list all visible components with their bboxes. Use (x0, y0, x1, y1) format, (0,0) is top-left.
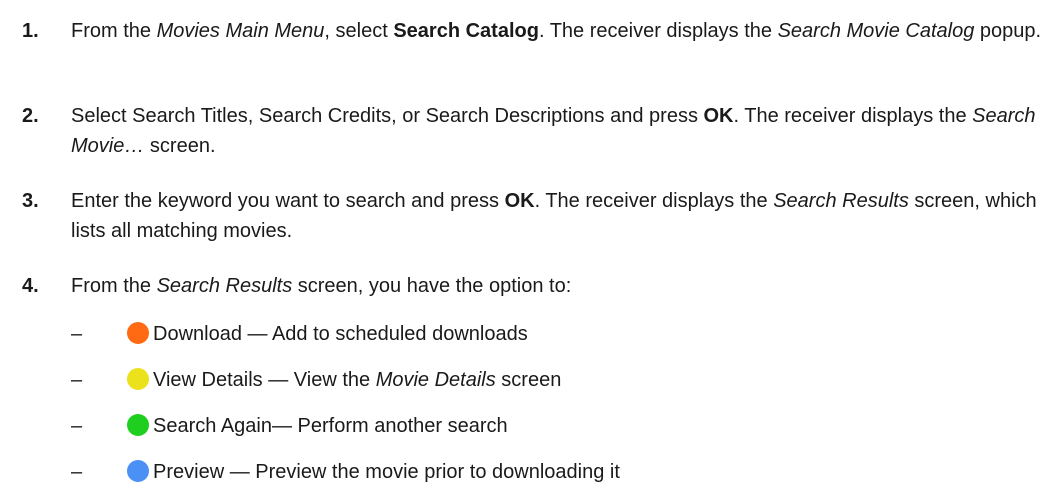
step-number: 1. (22, 20, 39, 42)
text: , select (324, 20, 394, 42)
instruction-document: 1. From the Movies Main Menu, select Sea… (0, 0, 1059, 503)
option-label: View Details — View the (153, 369, 376, 391)
text: screen, you have the option to: (292, 275, 572, 297)
menu-name: Movies Main Menu (156, 20, 325, 42)
yellow-button-icon (127, 368, 149, 390)
text: screen. (144, 135, 216, 157)
blue-button-icon (127, 460, 149, 482)
text: From the (71, 20, 157, 42)
key-name: OK (703, 105, 734, 127)
text: Enter the keyword you want to search and… (71, 190, 505, 212)
text: Select Search Titles, Search Credits, or… (71, 105, 704, 127)
option-search-again: – Search Again— Perform another search (71, 411, 508, 441)
option-label: Preview — Preview the movie prior to dow… (153, 461, 620, 483)
text: popup. (974, 20, 1042, 42)
option-label: Search Again— Perform another search (153, 415, 508, 437)
option-download: – Download — Add to scheduled downloads (71, 319, 528, 349)
dash-marker: – (71, 323, 83, 345)
option-view-details: – View Details — View the Movie Details s… (71, 365, 561, 395)
dash-marker: – (71, 415, 83, 437)
screen-name: Search Results (773, 190, 909, 212)
screen-name: Movie Details (375, 369, 496, 391)
orange-button-icon (127, 322, 149, 344)
menu-option: Search Catalog (393, 20, 539, 42)
step-text: Enter the keyword you want to search and… (71, 186, 1052, 246)
green-button-icon (127, 414, 149, 436)
step-number: 3. (22, 190, 39, 212)
text: From the (71, 275, 157, 297)
option-label: Download — Add to scheduled downloads (153, 323, 528, 345)
step-4: 4. From the Search Results screen, you h… (22, 271, 1052, 301)
step-2: 2. Select Search Titles, Search Credits,… (22, 101, 1052, 161)
step-3: 3. Enter the keyword you want to search … (22, 186, 1052, 246)
text: . The receiver displays the (538, 20, 778, 42)
key-name: OK (504, 190, 535, 212)
step-text: From the Search Results screen, you have… (71, 271, 1052, 301)
dash-marker: – (71, 369, 83, 391)
screen-name: Search Results (156, 275, 293, 297)
option-label-end: screen (495, 369, 562, 391)
step-text: From the Movies Main Menu, select Search… (71, 16, 1052, 46)
step-number: 4. (22, 275, 39, 297)
dash-marker: – (71, 461, 83, 483)
text: . The receiver displays the (733, 105, 973, 127)
step-1: 1. From the Movies Main Menu, select Sea… (22, 16, 1052, 46)
text: . The receiver displays the (534, 190, 774, 212)
step-text: Select Search Titles, Search Credits, or… (71, 101, 1052, 161)
popup-name: Search Movie Catalog (777, 20, 975, 42)
option-preview: – Preview — Preview the movie prior to do… (71, 457, 620, 487)
step-number: 2. (22, 105, 39, 127)
